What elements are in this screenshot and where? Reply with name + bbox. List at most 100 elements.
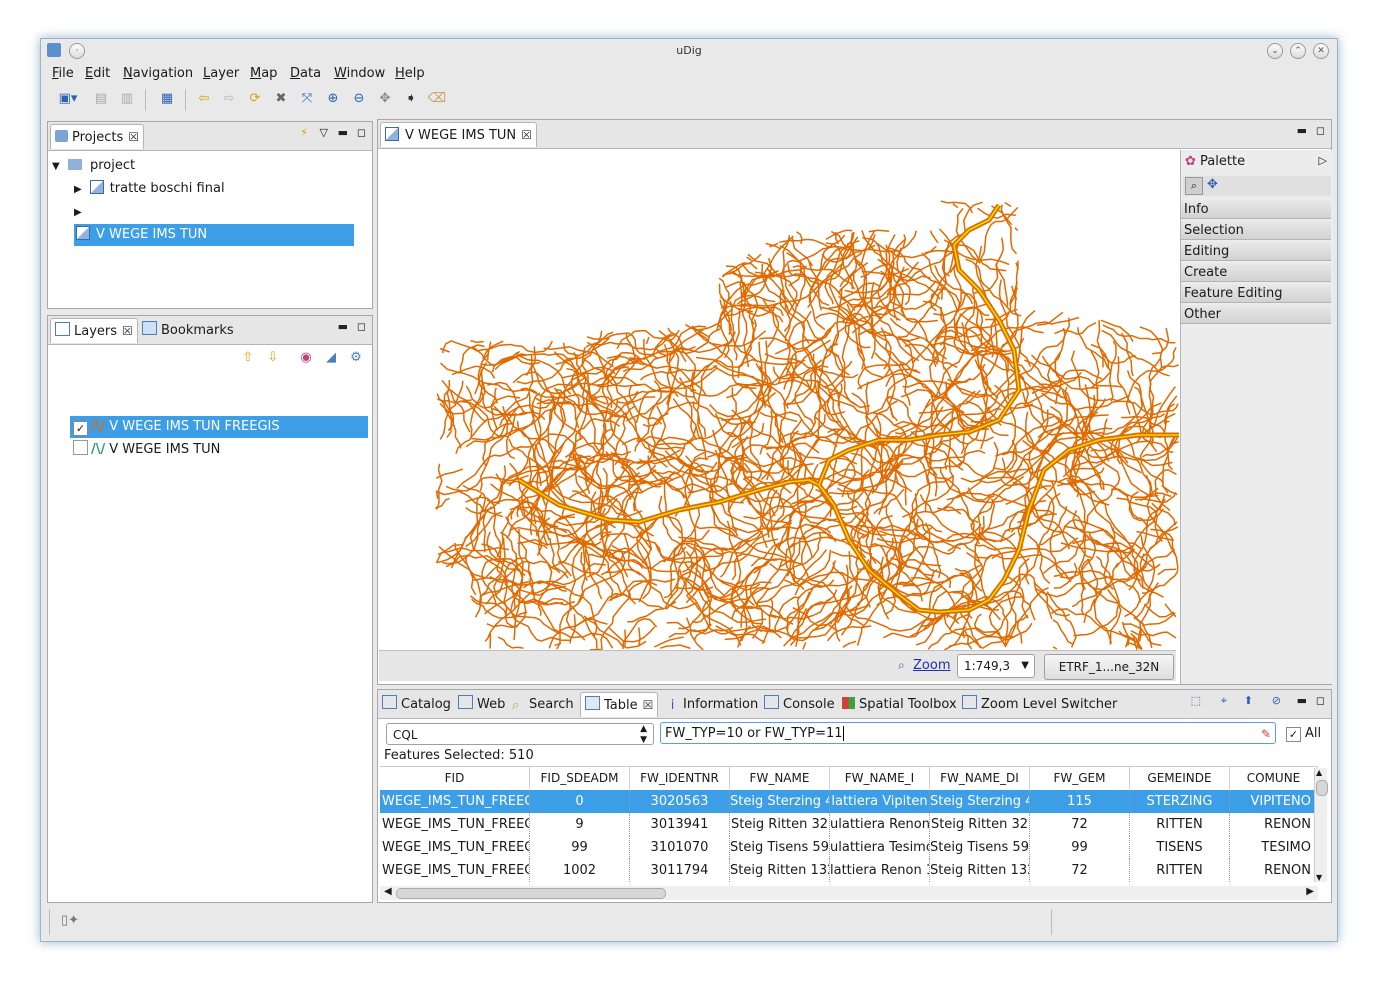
table-cell[interactable]: 3013941 bbox=[630, 813, 730, 836]
tab-table[interactable]: Table ☒ bbox=[580, 692, 659, 718]
select-all-icon[interactable]: ⬚ bbox=[1191, 694, 1201, 707]
promote-icon[interactable]: ⬆ bbox=[1244, 694, 1253, 707]
crs-button[interactable]: ETRF_1...ne_32N bbox=[1044, 654, 1174, 680]
palette-other[interactable]: Other bbox=[1181, 305, 1331, 324]
layer-checkbox[interactable] bbox=[73, 440, 88, 455]
tree-item-tratte[interactable]: ▶ tratte boschi final bbox=[74, 178, 225, 200]
scale-combo[interactable]: 1:749,3 ▼ bbox=[957, 654, 1035, 678]
hscroll-thumb[interactable] bbox=[396, 888, 666, 899]
table-cell[interactable]: 1002 bbox=[530, 859, 630, 882]
clear-filter-icon[interactable]: ✎ bbox=[1261, 723, 1271, 745]
table-cell[interactable]: 72 bbox=[1030, 813, 1130, 836]
tab-map[interactable]: V WEGE IMS TUN ☒ bbox=[380, 122, 537, 147]
zoom-out-icon[interactable]: ⊖ bbox=[349, 89, 369, 109]
map-canvas[interactable] bbox=[379, 150, 1179, 650]
maximize-icon[interactable]: ◻ bbox=[1316, 124, 1325, 137]
palette-create[interactable]: Create bbox=[1181, 263, 1331, 282]
table-cell[interactable]: RITTEN bbox=[1130, 859, 1230, 882]
table-cell[interactable]: Steig Tisens 59 bbox=[930, 836, 1030, 859]
menu-window[interactable]: Window bbox=[334, 66, 385, 81]
table-cell[interactable]: RENON bbox=[1230, 859, 1318, 882]
column-header[interactable]: GEMEINDE bbox=[1130, 767, 1230, 789]
link-icon[interactable]: ⚡ bbox=[300, 126, 308, 139]
eraser-icon[interactable]: ⌫ bbox=[427, 89, 447, 109]
table-cell[interactable]: VIPITENO bbox=[1230, 790, 1318, 813]
column-header[interactable]: FID_SDEADM bbox=[530, 767, 630, 789]
minimize-icon[interactable]: ▬ bbox=[338, 320, 348, 333]
properties-icon[interactable]: ▦ bbox=[157, 89, 177, 109]
column-header[interactable]: FW_GEM bbox=[1030, 767, 1130, 789]
minimize-icon[interactable]: ▬ bbox=[1297, 124, 1307, 137]
table-cell[interactable]: WEGE_IMS_TUN_FREEGIS bbox=[380, 859, 530, 882]
chevron-right-icon[interactable]: ▶ bbox=[74, 207, 82, 218]
table-cell[interactable]: STERZING bbox=[1130, 790, 1230, 813]
maximize-icon[interactable]: ◻ bbox=[357, 320, 366, 333]
zoom-in-icon[interactable]: ⊕ bbox=[323, 89, 343, 109]
chevron-down-icon[interactable]: ▼ bbox=[1021, 655, 1029, 677]
menu-data[interactable]: Data bbox=[290, 66, 321, 81]
save-all-icon[interactable]: ▥ bbox=[117, 89, 137, 109]
filter-input[interactable]: FW_TYP=10 or FW_TYP=11​ ✎ bbox=[660, 722, 1276, 744]
table-cell[interactable]: 3101070 bbox=[630, 836, 730, 859]
layer-checkbox[interactable]: ✓ bbox=[73, 421, 88, 436]
tab-zoom-level-switcher[interactable]: Zoom Level Switcher bbox=[958, 692, 1121, 717]
close-icon[interactable]: ☒ bbox=[122, 319, 133, 344]
forward-icon[interactable]: ⇨ bbox=[219, 89, 239, 109]
table-cell[interactable]: 99 bbox=[1030, 836, 1130, 859]
menu-map[interactable]: Map bbox=[250, 66, 277, 81]
layer-row-freegis[interactable]: ✓/\/V WEGE IMS TUN FREEGIS bbox=[70, 416, 368, 438]
road-network-map[interactable] bbox=[379, 150, 1179, 650]
tab-bookmarks[interactable]: Bookmarks bbox=[138, 318, 238, 343]
view-menu-icon[interactable]: ▽ bbox=[320, 126, 328, 139]
tab-catalog[interactable]: Catalog bbox=[378, 692, 455, 717]
new-icon[interactable]: ▣▾ bbox=[53, 89, 83, 109]
palette-feature-editing[interactable]: Feature Editing bbox=[1181, 284, 1331, 303]
table-cell[interactable]: 72 bbox=[1030, 859, 1130, 882]
menu-file[interactable]: File bbox=[52, 66, 74, 81]
column-header[interactable]: FID bbox=[380, 767, 530, 789]
table-cell[interactable]: Steig Sterzing 4 bbox=[930, 790, 1030, 813]
table-cell[interactable]: ulattiera Tesimo bbox=[830, 836, 930, 859]
table-cell[interactable]: TISENS bbox=[1130, 836, 1230, 859]
tree-project-root[interactable]: ▼ project bbox=[52, 155, 135, 177]
close-button[interactable]: ✕ bbox=[1313, 43, 1329, 59]
move-up-icon[interactable]: ⇧ bbox=[238, 348, 258, 368]
table-cell[interactable]: WEGE_IMS_TUN_FREEGIS bbox=[380, 790, 530, 813]
tab-console[interactable]: Console bbox=[760, 692, 839, 717]
vertical-scrollbar[interactable]: ▲ ▼ bbox=[1314, 768, 1328, 882]
zoom-link[interactable]: Zoom bbox=[913, 658, 950, 673]
table-cell[interactable]: 3020563 bbox=[630, 790, 730, 813]
table-cell[interactable]: RITTEN bbox=[1130, 813, 1230, 836]
maximize-button[interactable]: ⌃ bbox=[1290, 43, 1306, 59]
table-cell[interactable]: 3011794 bbox=[630, 859, 730, 882]
column-header[interactable]: COMUNE bbox=[1230, 767, 1318, 789]
table-cell[interactable]: TESIMO bbox=[1230, 836, 1318, 859]
palette-editing[interactable]: Editing bbox=[1181, 242, 1331, 261]
menu-layer[interactable]: Layer bbox=[203, 66, 239, 81]
vscroll-thumb[interactable] bbox=[1316, 780, 1328, 796]
table-cell[interactable]: WEGE_IMS_TUN_FREEGIS bbox=[380, 836, 530, 859]
palette-expand-icon[interactable]: ▷ bbox=[1319, 154, 1327, 167]
table-cell[interactable]: lattiera Renon 1 bbox=[830, 859, 930, 882]
pan-icon[interactable]: ✥ bbox=[375, 89, 395, 109]
table-cell[interactable]: 115 bbox=[1030, 790, 1130, 813]
table-cell[interactable]: Steig Ritten 132 bbox=[730, 859, 830, 882]
close-icon[interactable]: ☒ bbox=[643, 693, 654, 718]
tab-layers[interactable]: Layers ☒ bbox=[50, 318, 138, 343]
layer-props-icon[interactable]: ⚙ bbox=[346, 348, 366, 368]
back-icon[interactable]: ⇦ bbox=[194, 89, 214, 109]
table-cell[interactable]: Steig Ritten 32 bbox=[930, 813, 1030, 836]
table-cell[interactable]: RENON bbox=[1230, 813, 1318, 836]
palette-selection[interactable]: Selection bbox=[1181, 221, 1331, 240]
tab-search[interactable]: ⌕ Search bbox=[508, 692, 578, 717]
column-header[interactable]: FW_NAME_DI bbox=[930, 767, 1030, 789]
table-cell[interactable]: Steig Tisens 59 bbox=[730, 836, 830, 859]
menu-edit[interactable]: Edit bbox=[85, 66, 110, 81]
table-cell[interactable]: ulattiera Renon bbox=[830, 813, 930, 836]
horizontal-scrollbar[interactable]: ◀ ▶ bbox=[380, 886, 1318, 900]
tree-item-vwege[interactable]: ▶V WEGE IMS TUN bbox=[74, 201, 366, 246]
tab-web[interactable]: Web bbox=[454, 692, 509, 717]
column-header[interactable]: FW_NAME_I bbox=[830, 767, 930, 789]
maximize-icon[interactable]: ◻ bbox=[357, 126, 366, 139]
save-icon[interactable]: ▤ bbox=[91, 89, 111, 109]
